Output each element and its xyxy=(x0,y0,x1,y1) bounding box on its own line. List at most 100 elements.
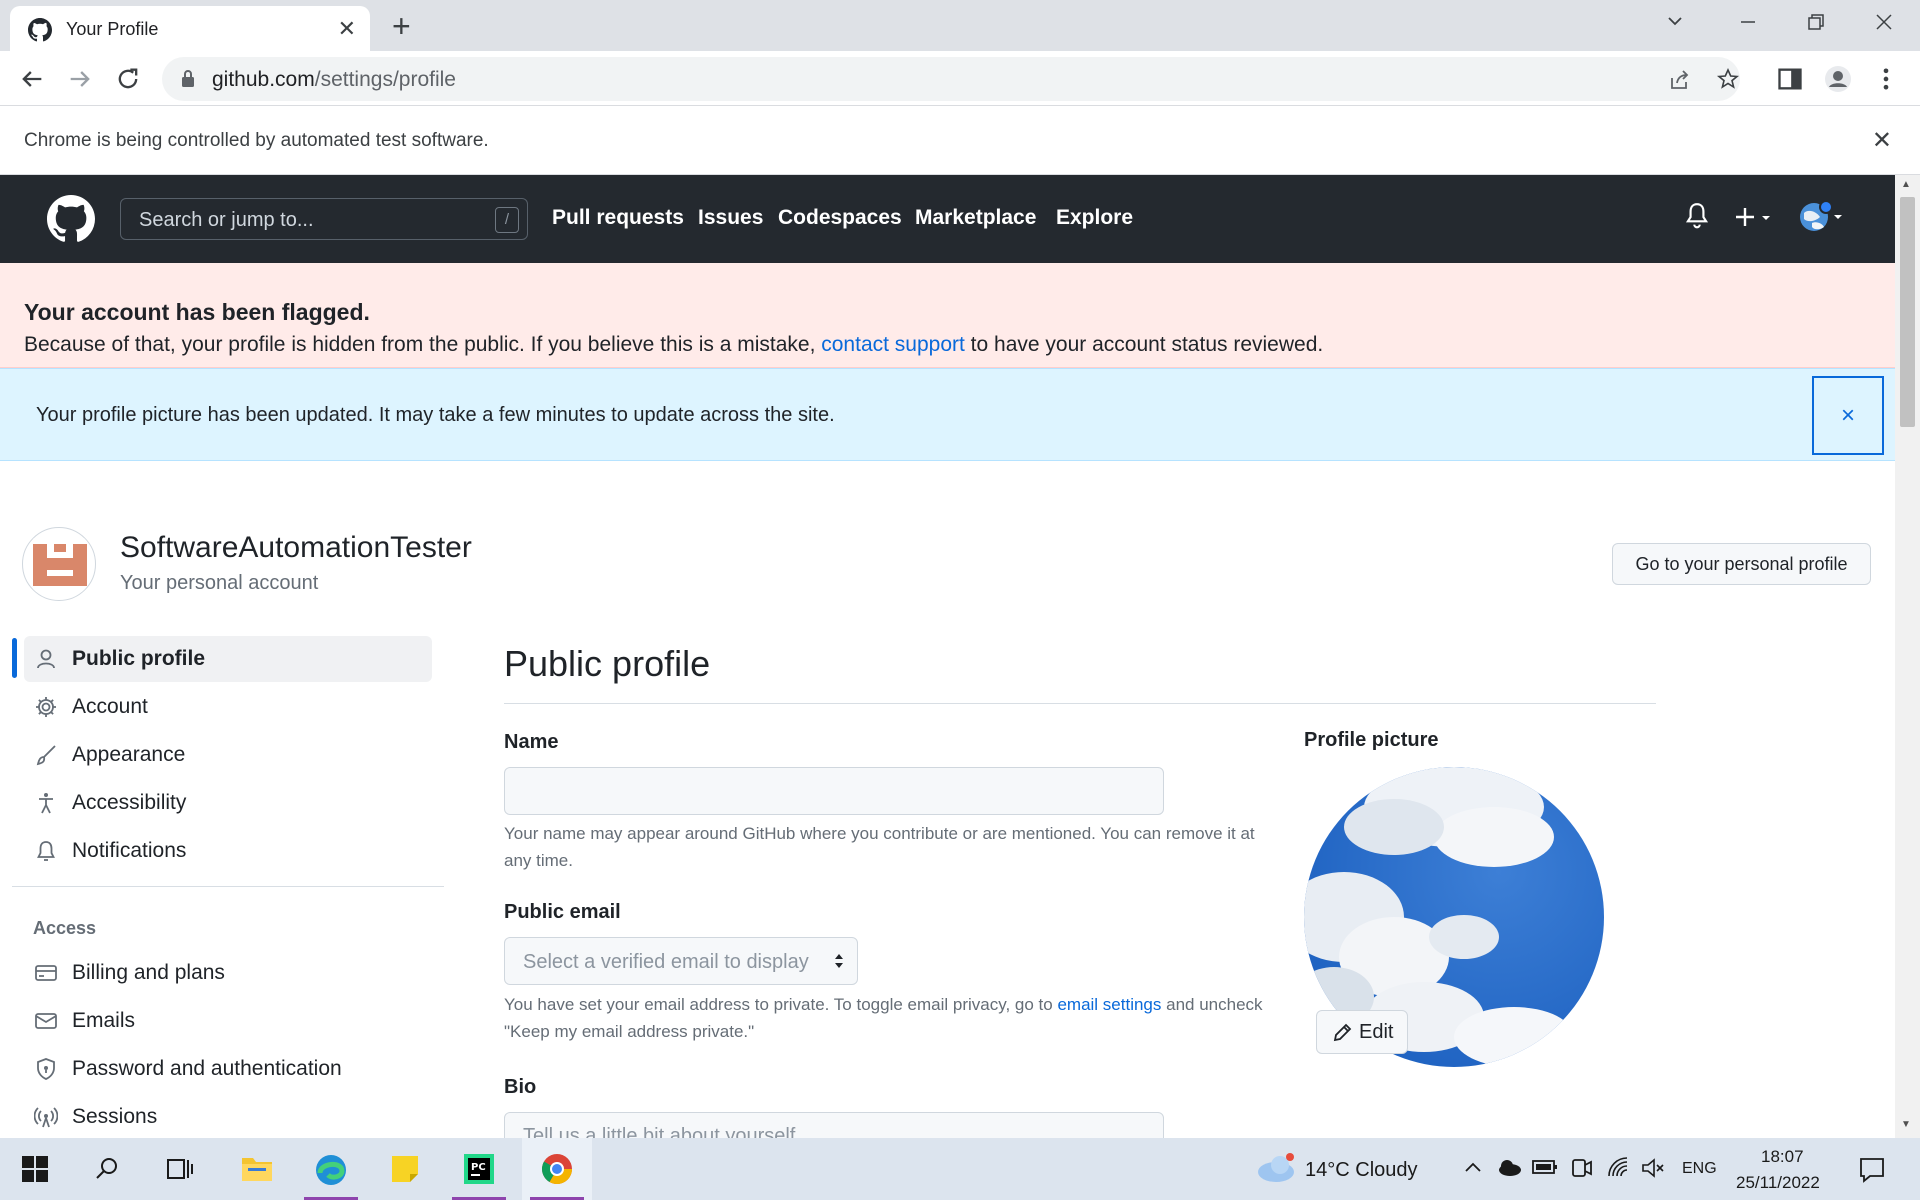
user-avatar-menu-icon[interactable] xyxy=(1796,199,1848,235)
pencil-icon xyxy=(1333,1023,1352,1042)
notification-center-icon[interactable] xyxy=(1858,1156,1886,1184)
forward-icon[interactable] xyxy=(66,65,94,93)
clock-date[interactable]: 25/11/2022 xyxy=(1736,1173,1820,1193)
github-logo-icon[interactable] xyxy=(47,195,95,243)
weather-cloud-icon[interactable] xyxy=(1254,1152,1296,1184)
nav-pull-requests[interactable]: Pull requests xyxy=(552,206,684,230)
public-email-label: Public email xyxy=(504,901,621,923)
tab-search-icon[interactable] xyxy=(1666,12,1684,30)
sidebar-item-appearance[interactable]: Appearance xyxy=(24,732,432,778)
create-new-plus-icon[interactable] xyxy=(1734,205,1778,231)
profile-icon[interactable] xyxy=(1824,65,1852,93)
sidebar-item-label: Accessibility xyxy=(72,791,187,814)
sidebar-item-accessibility[interactable]: Accessibility xyxy=(24,780,432,826)
mail-icon xyxy=(35,1013,57,1029)
show-hidden-icons-icon[interactable] xyxy=(1464,1160,1482,1174)
folder-icon xyxy=(242,1158,272,1181)
name-input[interactable] xyxy=(504,767,1164,815)
nav-marketplace[interactable]: Marketplace xyxy=(915,206,1036,230)
pycharm-icon: PC xyxy=(464,1154,494,1184)
infobar-close-icon[interactable]: ✕ xyxy=(1872,126,1892,155)
back-icon[interactable] xyxy=(18,65,46,93)
sidebar-item-notifications[interactable]: Notifications xyxy=(24,828,432,874)
scroll-up-icon[interactable]: ▲ xyxy=(1901,179,1911,190)
scroll-down-icon[interactable]: ▼ xyxy=(1901,1119,1911,1130)
bookmark-star-icon[interactable] xyxy=(1716,67,1740,91)
flash-close-icon[interactable]: × xyxy=(1812,376,1884,455)
nav-codespaces[interactable]: Codespaces xyxy=(778,206,902,230)
sidebar-item-label: Notifications xyxy=(72,839,187,862)
reload-icon[interactable] xyxy=(114,65,142,93)
nav-explore[interactable]: Explore xyxy=(1056,206,1133,230)
browser-tab[interactable]: Your Profile ✕ xyxy=(10,6,370,51)
sidebar-item-label: Emails xyxy=(72,1009,136,1032)
public-email-select[interactable]: Select a verified email to display xyxy=(504,937,858,985)
browser-toolbar: github.com/settings/profile xyxy=(0,51,1920,106)
sidebar-item-password-authentication[interactable]: Password and authentication xyxy=(24,1046,432,1092)
sidebar-item-public-profile[interactable]: Public profile xyxy=(24,636,432,682)
windows-start-icon[interactable] xyxy=(22,1156,48,1182)
page-scrollbar[interactable]: ▲ ▼ xyxy=(1895,175,1920,1138)
meet-now-icon[interactable] xyxy=(1570,1155,1594,1181)
address-bar[interactable]: github.com/settings/profile xyxy=(162,57,1740,101)
scroll-thumb[interactable] xyxy=(1900,197,1915,427)
edge-icon xyxy=(316,1155,346,1185)
sidebar-item-emails[interactable]: Emails xyxy=(24,998,432,1044)
window-close-icon[interactable] xyxy=(1874,12,1894,32)
go-to-personal-profile-button[interactable]: Go to your personal profile xyxy=(1612,543,1871,585)
restore-icon[interactable] xyxy=(1806,12,1826,32)
edit-label: Edit xyxy=(1359,1021,1394,1043)
svg-text:PC: PC xyxy=(471,1162,486,1173)
tab-close-icon[interactable]: ✕ xyxy=(338,16,356,42)
bio-placeholder: Tell us a little bit about yourself xyxy=(523,1125,796,1138)
language-indicator[interactable]: ENG xyxy=(1682,1160,1717,1178)
account-avatar[interactable] xyxy=(22,527,96,601)
name-label: Name xyxy=(504,731,559,753)
sidebar-item-billing[interactable]: Billing and plans xyxy=(24,950,432,996)
wifi-icon[interactable] xyxy=(1606,1156,1632,1180)
notifications-bell-icon[interactable] xyxy=(1684,201,1710,231)
minimize-icon[interactable] xyxy=(1738,12,1758,32)
github-search-input[interactable]: Search or jump to... / xyxy=(120,198,528,240)
select-value: Select a verified email to display xyxy=(523,951,809,973)
taskbar-file-explorer[interactable] xyxy=(222,1138,292,1200)
volume-muted-icon[interactable] xyxy=(1640,1156,1666,1180)
battery-icon[interactable] xyxy=(1532,1158,1558,1176)
search-placeholder: Search or jump to... xyxy=(139,209,314,231)
sidebar-divider xyxy=(12,886,444,887)
taskbar-edge[interactable] xyxy=(296,1138,366,1200)
email-settings-link[interactable]: email settings xyxy=(1057,995,1161,1014)
account-name[interactable]: SoftwareAutomationTester xyxy=(120,531,472,565)
contact-support-link[interactable]: contact support xyxy=(821,333,965,356)
sidebar-item-label: Password and authentication xyxy=(72,1057,342,1080)
menu-kebab-icon[interactable] xyxy=(1872,65,1900,93)
taskbar-chrome[interactable] xyxy=(522,1138,592,1200)
account-subtitle: Your personal account xyxy=(120,572,319,594)
nav-issues[interactable]: Issues xyxy=(698,206,763,230)
clock-time[interactable]: 18:07 xyxy=(1761,1147,1804,1167)
search-icon[interactable] xyxy=(94,1156,120,1182)
weather-text[interactable]: 14°C Cloudy xyxy=(1305,1159,1418,1182)
lock-icon[interactable] xyxy=(180,69,196,89)
flash-info-text: Your profile picture has been updated. I… xyxy=(36,404,835,426)
share-icon[interactable] xyxy=(1668,68,1692,92)
sticky-notes-icon xyxy=(392,1156,418,1182)
task-view-icon[interactable] xyxy=(166,1156,194,1182)
bio-label: Bio xyxy=(504,1076,537,1098)
browser-tabstrip: Your Profile ✕ + xyxy=(0,0,1920,51)
edit-profile-picture-button[interactable]: Edit xyxy=(1316,1010,1408,1054)
side-panel-icon[interactable] xyxy=(1776,65,1804,93)
sidebar-item-sessions[interactable]: Sessions xyxy=(24,1094,432,1138)
new-tab-button[interactable]: + xyxy=(392,8,411,45)
onedrive-cloud-icon[interactable] xyxy=(1496,1156,1522,1178)
profile-picture-updated-banner: Your profile picture has been updated. I… xyxy=(0,368,1895,461)
taskbar-sticky-notes[interactable] xyxy=(370,1138,440,1200)
sidebar-item-account[interactable]: Account xyxy=(24,684,432,730)
page-title: Public profile xyxy=(504,643,711,684)
credit-card-icon xyxy=(35,965,57,981)
bio-textarea[interactable]: Tell us a little bit about yourself xyxy=(504,1112,1164,1138)
sidebar-item-label: Account xyxy=(72,695,148,718)
taskbar-pycharm[interactable]: PC xyxy=(444,1138,514,1200)
select-arrows-icon xyxy=(835,954,843,968)
gear-icon xyxy=(36,697,56,717)
